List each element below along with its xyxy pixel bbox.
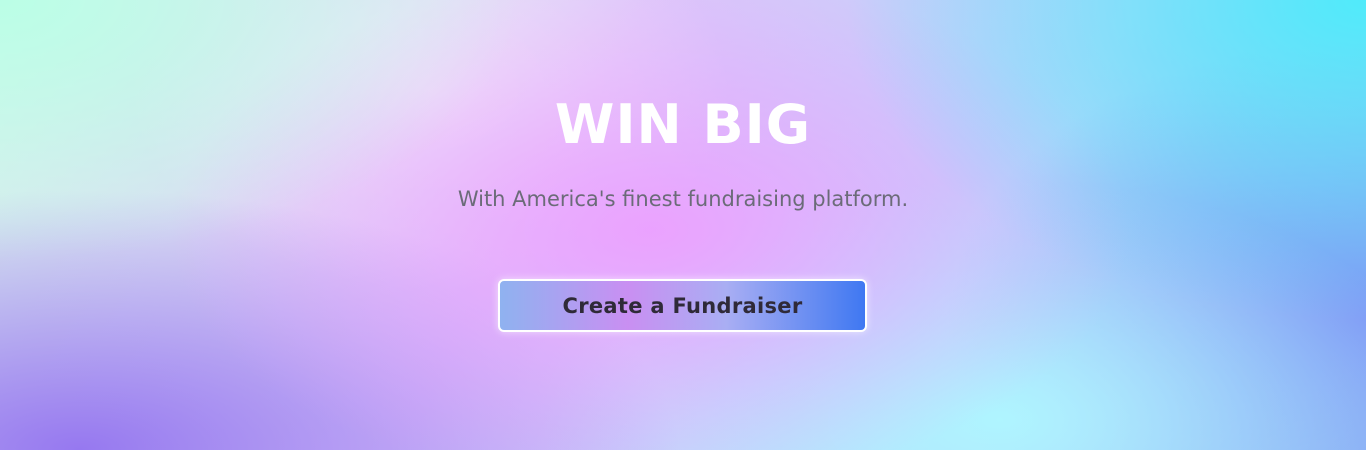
create-fundraiser-button-label: Create a Fundraiser [562, 293, 803, 318]
hero-subtitle: With America's finest fundraising platfo… [457, 187, 909, 211]
hero-content: WIN BIG With America's finest fundraisin… [0, 0, 1366, 450]
hero-title: WIN BIG [554, 93, 812, 156]
create-fundraiser-button[interactable]: Create a Fundraiser [498, 279, 867, 332]
hero-banner: WIN BIG With America's finest fundraisin… [0, 0, 1366, 450]
